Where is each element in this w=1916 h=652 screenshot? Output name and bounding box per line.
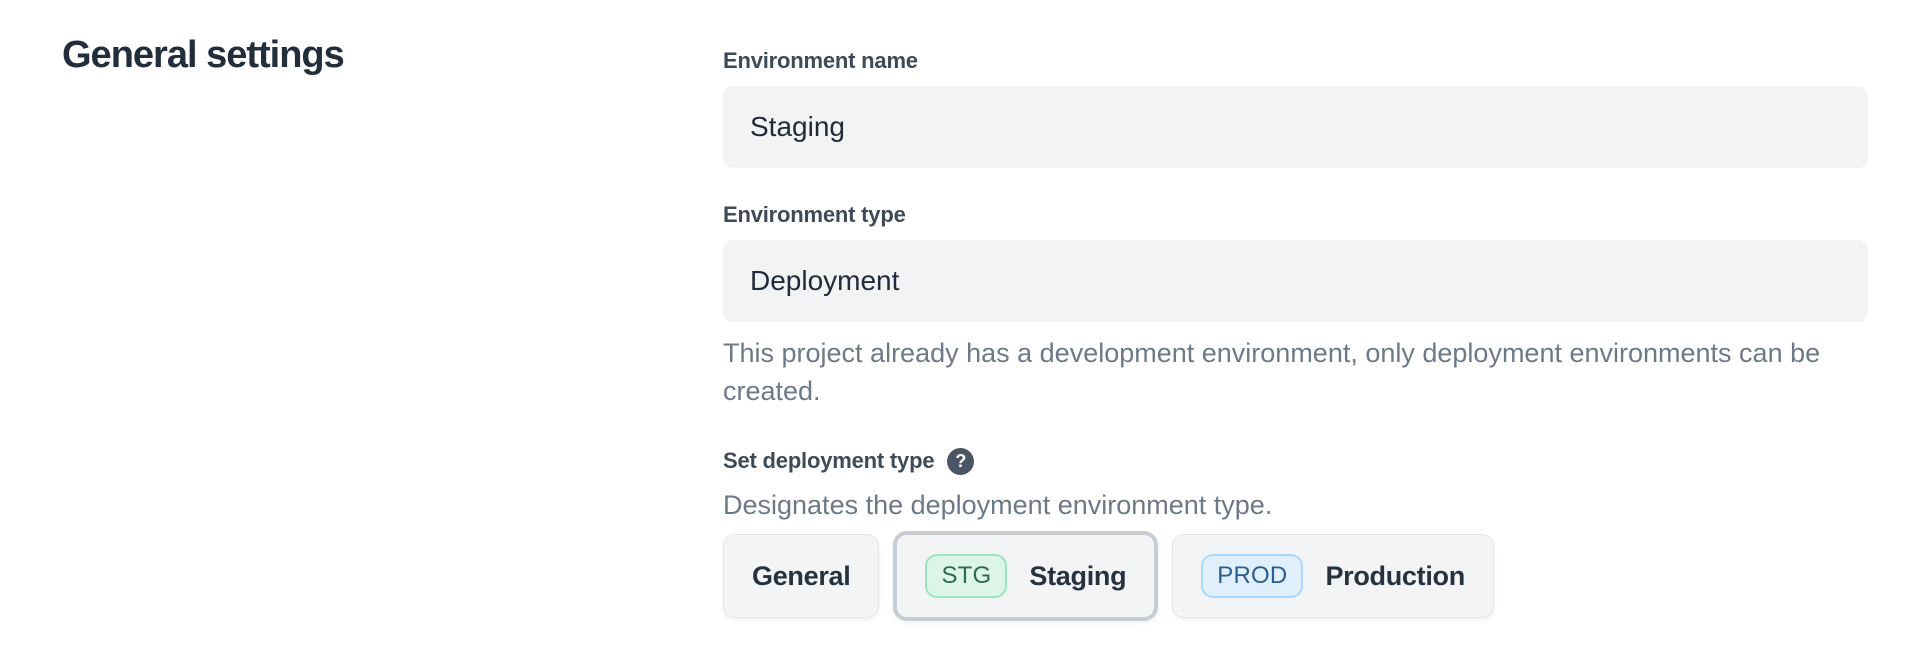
general-option-label: General bbox=[752, 561, 850, 592]
production-option-label: Production bbox=[1325, 561, 1465, 592]
page-title: General settings bbox=[62, 33, 344, 77]
deployment-type-description: Designates the deployment environment ty… bbox=[723, 486, 1868, 524]
question-circle-icon[interactable]: ? bbox=[947, 448, 974, 475]
environment-name-label: Environment name bbox=[723, 46, 1868, 76]
settings-form: Environment name Environment type This p… bbox=[723, 0, 1868, 622]
deployment-type-option-staging[interactable]: STG Staging bbox=[893, 531, 1158, 621]
deployment-type-option-general[interactable]: General bbox=[723, 534, 879, 618]
production-badge: PROD bbox=[1201, 554, 1303, 598]
environment-name-input[interactable] bbox=[723, 86, 1868, 168]
set-deployment-type-label: Set deployment type bbox=[723, 446, 934, 476]
staging-badge: STG bbox=[925, 554, 1007, 598]
environment-type-input[interactable] bbox=[723, 240, 1868, 322]
environment-type-help-text: This project already has a development e… bbox=[723, 334, 1868, 410]
deployment-type-option-production[interactable]: PROD Production bbox=[1172, 534, 1494, 618]
environment-type-label: Environment type bbox=[723, 200, 1868, 230]
staging-option-label: Staging bbox=[1029, 561, 1126, 592]
set-deployment-type-row: Set deployment type ? bbox=[723, 446, 1868, 476]
deployment-type-options: General STG Staging PROD Production bbox=[723, 530, 1868, 622]
